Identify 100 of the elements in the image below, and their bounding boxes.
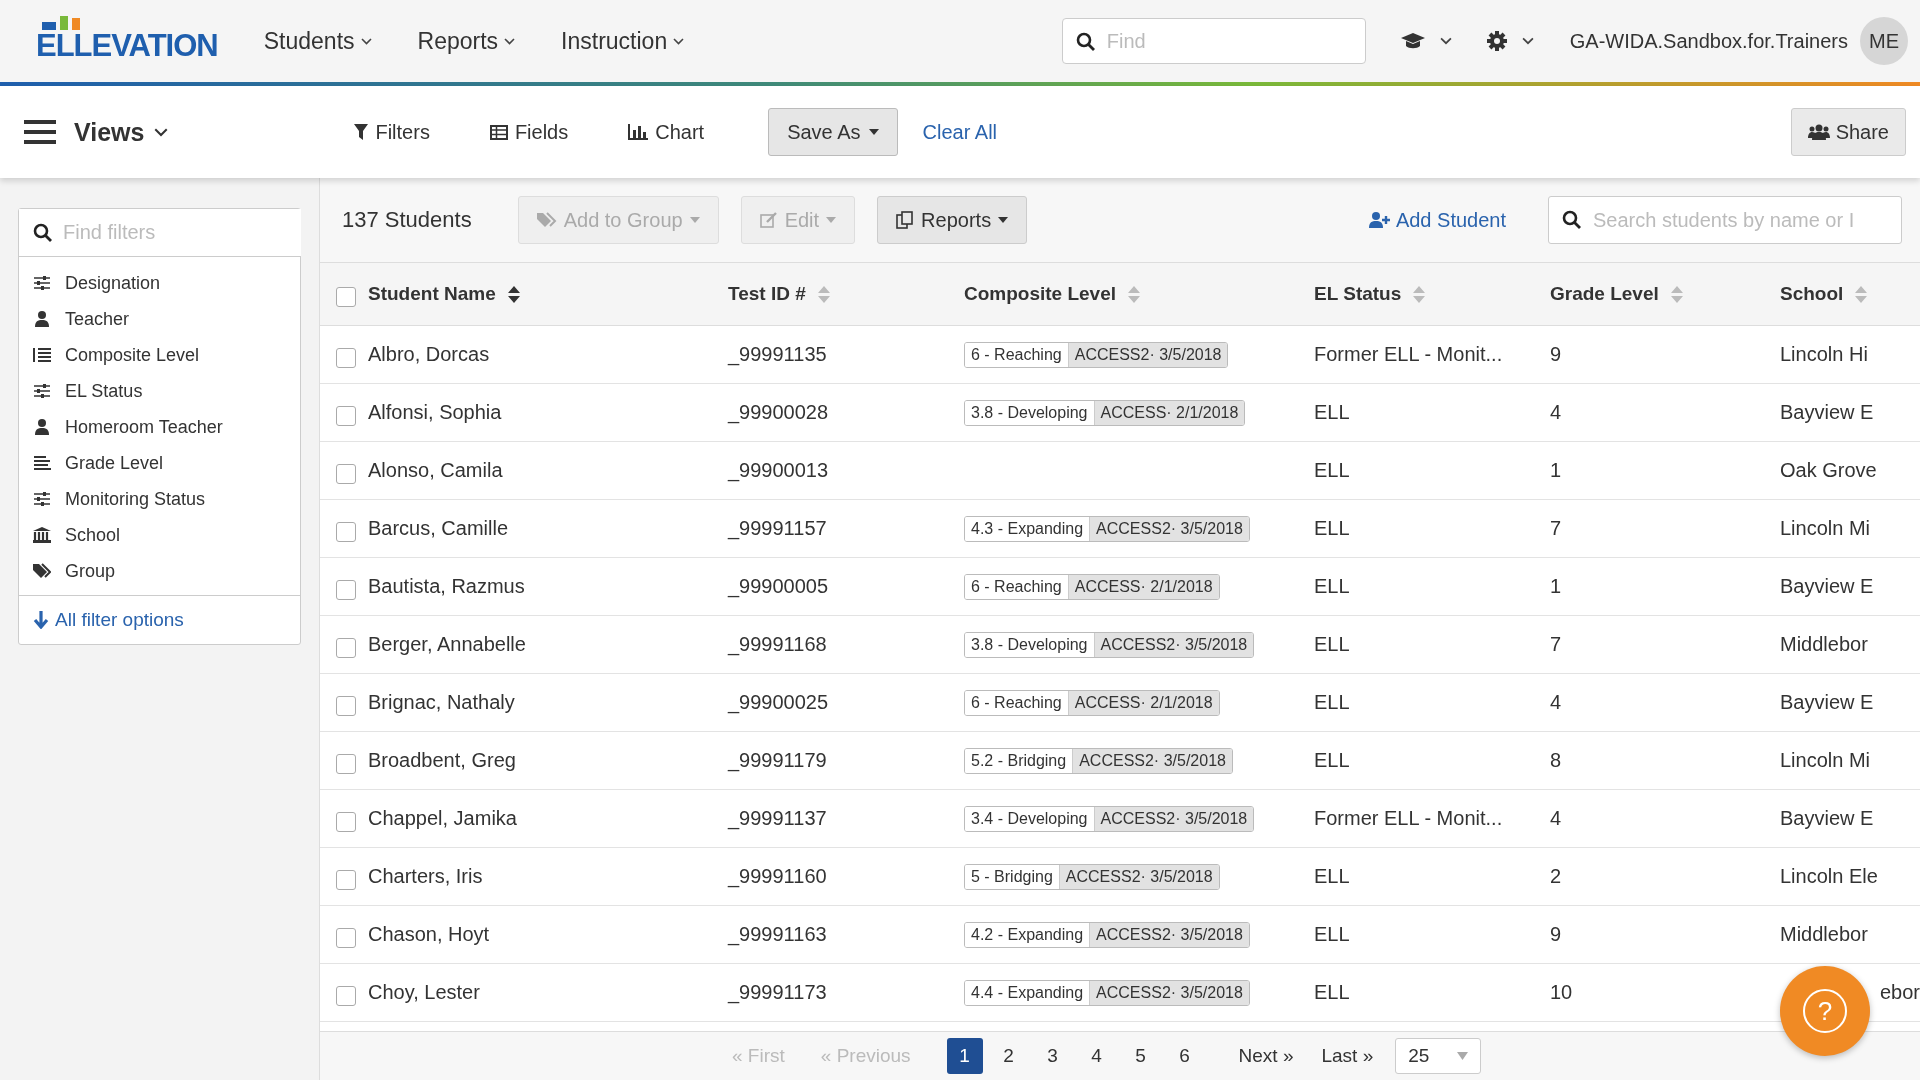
table-cell: _99900028	[728, 401, 829, 424]
logo[interactable]: ELLEVATION	[36, 15, 218, 61]
edit-icon	[759, 212, 778, 228]
row-checkbox[interactable]	[336, 695, 356, 716]
row-checkbox[interactable]	[336, 927, 356, 948]
table-cell: Broadbent, Greg	[368, 749, 516, 772]
table-cell: Lincoln Ele	[1780, 865, 1878, 888]
table-cell: _99900005	[728, 575, 829, 598]
filter-item[interactable]: Monitoring Status	[19, 481, 300, 517]
column-header[interactable]: Student Name	[368, 283, 496, 305]
search-icon	[1075, 32, 1096, 52]
action-button[interactable]: Reports	[877, 196, 1028, 244]
table-cell: 4	[1550, 807, 1562, 830]
sort-icon[interactable]	[507, 285, 520, 303]
table-cell: Albro, Dorcas	[368, 343, 490, 366]
nav-menu[interactable]: Students	[263, 27, 372, 55]
toolbar-link[interactable]: Filters	[354, 120, 430, 144]
row-checkbox[interactable]	[336, 405, 356, 426]
page-link[interactable]: 3	[1034, 1038, 1071, 1074]
row-checkbox[interactable]	[336, 463, 356, 484]
table-cell: Barcus, Camille	[368, 517, 509, 540]
table-cell: 7	[1550, 633, 1562, 656]
table-cell: Berger, Annabelle	[368, 633, 526, 656]
chevron-down-icon[interactable]	[1439, 37, 1452, 45]
table-cell: Lincoln Hi	[1780, 343, 1868, 366]
table-cell: Oak Grove	[1780, 459, 1877, 482]
graduation-cap-icon[interactable]	[1399, 32, 1426, 50]
filter-item[interactable]: EL Status	[19, 373, 300, 409]
chevron-down-icon[interactable]	[1521, 37, 1534, 45]
filter-item[interactable]: Group	[19, 553, 300, 589]
table-cell: _99991157	[728, 517, 827, 540]
table-cell: ELL	[1314, 749, 1350, 772]
per-page-select[interactable]: 25	[1395, 1038, 1482, 1074]
page-link[interactable]: 1	[946, 1038, 983, 1074]
last-page-link[interactable]: Last »	[1321, 1045, 1374, 1067]
table-cell: 8	[1550, 749, 1562, 772]
filter-item[interactable]: Homeroom Teacher	[19, 409, 300, 445]
filter-item[interactable]: Composite Level	[19, 337, 300, 373]
settings-icon[interactable]	[1485, 30, 1508, 52]
table-cell: Chason, Hoyt	[368, 923, 490, 946]
nav-menu[interactable]: Reports	[417, 27, 516, 55]
composite-level-badge: 6 - Reaching ACCESS· 2/1/2018	[964, 689, 1220, 716]
column-header[interactable]: EL Status	[1314, 283, 1402, 305]
user-name[interactable]: GA-WIDA.Sandbox.for.Trainers	[1569, 29, 1848, 53]
column-header[interactable]: School	[1780, 283, 1844, 305]
page-link[interactable]: 4	[1078, 1038, 1115, 1074]
select-all-checkbox[interactable]	[336, 287, 356, 307]
clear-all-link[interactable]: Clear All	[922, 120, 998, 144]
views-menu[interactable]: Views	[74, 117, 169, 147]
caret-icon	[868, 129, 879, 135]
page-link[interactable]: 5	[1122, 1038, 1159, 1074]
filter-item[interactable]: School	[19, 517, 300, 553]
user-avatar[interactable]: ME	[1860, 17, 1908, 65]
filter-item[interactable]: Grade Level	[19, 445, 300, 481]
nav-menu[interactable]: Instruction	[561, 27, 685, 55]
caret-icon	[826, 217, 837, 223]
table-cell: 9	[1550, 923, 1562, 946]
find-filters-field[interactable]: Find filters	[19, 209, 301, 257]
add-student-link[interactable]: Add Student	[1367, 208, 1506, 232]
composite-level-badge: 5 - Bridging ACCESS2· 3/5/2018	[964, 863, 1220, 890]
row-checkbox[interactable]	[336, 811, 356, 832]
row-checkbox[interactable]	[336, 579, 356, 600]
row-checkbox[interactable]	[336, 521, 356, 542]
table-cell: _99991173	[728, 981, 827, 1004]
row-checkbox[interactable]	[336, 985, 356, 1006]
student-search-field[interactable]: Search students by name or I	[1548, 196, 1902, 244]
table-icon	[489, 124, 508, 140]
table-cell: _99991137	[728, 807, 827, 830]
table-cell: _99991179	[728, 749, 827, 772]
row-checkbox[interactable]	[336, 753, 356, 774]
menu-icon[interactable]	[24, 119, 56, 145]
column-header[interactable]: Test ID #	[728, 283, 806, 305]
table-cell: _99991163	[728, 923, 827, 946]
chevron-down-icon	[154, 127, 169, 137]
composite-level-badge: 3.8 - Developing ACCESS2· 3/5/2018	[964, 631, 1255, 658]
save-as-button[interactable]: Save As	[768, 108, 898, 156]
row-checkbox[interactable]	[336, 637, 356, 658]
table-cell: Chappel, Jamika	[368, 807, 517, 830]
table-cell: Alfonsi, Sophia	[368, 401, 502, 424]
table-cell: ELL	[1314, 923, 1350, 946]
page-link[interactable]: 6	[1166, 1038, 1203, 1074]
column-header[interactable]: Composite Level	[964, 283, 1117, 305]
find-field[interactable]: Find	[1061, 18, 1366, 64]
next-page-link[interactable]: Next »	[1238, 1045, 1294, 1067]
table-cell: 9	[1550, 343, 1562, 366]
filter-item[interactable]: Teacher	[19, 301, 300, 337]
composite-level-badge: 6 - Reaching ACCESS2· 3/5/2018	[964, 341, 1229, 368]
row-checkbox[interactable]	[336, 869, 356, 890]
table-cell: Bayview E	[1780, 807, 1874, 830]
column-header[interactable]: Grade Level	[1550, 283, 1659, 305]
row-checkbox[interactable]	[336, 347, 356, 368]
toolbar-link[interactable]: Fields	[489, 120, 569, 144]
filter-item[interactable]: Designation	[19, 265, 300, 301]
building-icon	[33, 527, 51, 543]
toolbar-link[interactable]: Chart	[628, 120, 705, 144]
share-button[interactable]: Share	[1790, 108, 1906, 156]
table-cell: 7	[1550, 517, 1562, 540]
page-link[interactable]: 2	[990, 1038, 1027, 1074]
tags-icon	[536, 212, 557, 228]
all-filter-options-link[interactable]: All filter options	[19, 595, 300, 644]
